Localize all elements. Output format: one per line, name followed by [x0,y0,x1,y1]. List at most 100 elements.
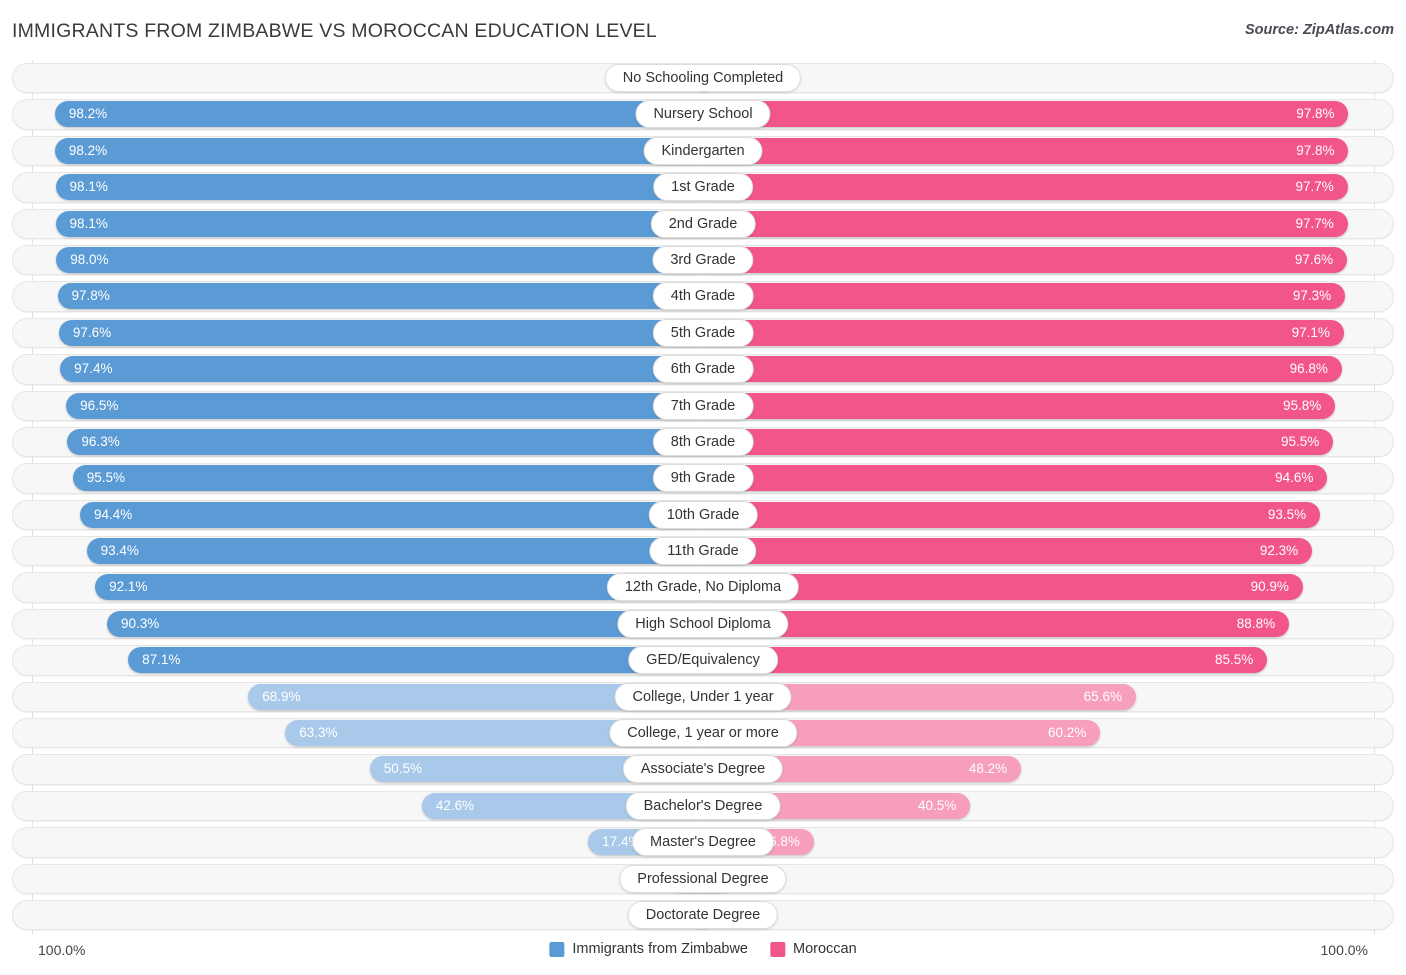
category-label[interactable]: 12th Grade, No Diploma [606,573,800,602]
bar-left: 97.6% [58,319,703,346]
category-label[interactable]: 6th Grade [652,355,754,384]
category-label[interactable]: Associate's Degree [622,755,784,784]
category-label[interactable]: 4th Grade [652,282,754,311]
category-label[interactable]: 9th Grade [652,464,754,493]
bar-value-label-right: 95.8% [1282,397,1322,413]
bar-right: 88.8% [703,610,1290,637]
bar-value-label-right: 97.6% [1294,251,1334,267]
legend-item[interactable]: Moroccan [769,941,857,957]
bar-right: 97.1% [703,319,1344,346]
chart-row: 42.6% 40.5% Bachelor's Degree [0,788,1406,824]
chart-row: 97.8% 97.3% 4th Grade [0,278,1406,314]
chart-row: 68.9% 65.6% College, Under 1 year [0,679,1406,715]
chart-row: 98.2% 97.8% Nursery School [0,96,1406,132]
chart-page: IMMIGRANTS FROM ZIMBABWE VS MOROCCAN EDU… [0,0,1406,975]
bar-value-label-left: 68.9% [262,688,301,704]
category-label[interactable]: 11th Grade [649,537,757,566]
chart-row: 17.4% 16.8% Master's Degree [0,824,1406,860]
category-label[interactable]: College, 1 year or more [609,719,797,748]
chart-row: 95.5% 94.6% 9th Grade [0,460,1406,496]
bar-value-label-left: 98.0% [70,251,109,267]
category-label[interactable]: Doctorate Degree [627,900,779,929]
bar-value-label-right: 96.8% [1289,361,1328,377]
bar-value-label-left: 42.6% [435,797,475,813]
bar-right: 97.7% [703,210,1348,237]
bar-value-label-left: 90.3% [121,615,160,631]
category-label[interactable]: 10th Grade [648,500,758,529]
bar-left: 94.4% [79,501,703,528]
bar-value-label-left: 97.4% [74,361,113,377]
bar-right: 92.3% [703,538,1313,565]
bar-value-label-left: 96.3% [81,433,120,449]
chart-row: 94.4% 93.5% 10th Grade [0,497,1406,533]
bar-value-label-right: 97.8% [1296,142,1335,158]
legend-swatch-icon [769,941,785,957]
category-label[interactable]: 8th Grade [652,427,754,456]
bar-left: 87.1% [128,647,703,674]
chart-legend: Immigrants from Zimbabwe Moroccan [549,941,857,957]
bar-left: 98.2% [54,101,703,128]
bar-value-label-right: 97.7% [1295,179,1334,195]
bar-left: 98.1% [55,210,703,237]
chart-row: 87.1% 85.5% GED/Equivalency [0,642,1406,678]
chart-row: 50.5% 48.2% Associate's Degree [0,751,1406,787]
chart-row: 90.3% 88.8% High School Diploma [0,606,1406,642]
bar-value-label-left: 96.5% [80,397,119,413]
bar-value-label-right: 97.7% [1295,215,1334,231]
category-label[interactable]: 5th Grade [652,318,754,347]
bar-value-label-left: 98.2% [68,106,108,122]
bar-value-label-right: 97.3% [1292,288,1332,304]
category-label[interactable]: 1st Grade [653,173,753,202]
chart-plot-area: 1.9%2.2%No Schooling Completed 98.2% 97.8%… [0,60,1406,935]
legend-label: Immigrants from Zimbabwe [572,941,748,957]
bar-right: 97.7% [703,174,1348,201]
bar-right: 95.8% [703,392,1336,419]
chart-row: 63.3% 60.2% College, 1 year or more [0,715,1406,751]
bar-right: 97.3% [703,283,1346,310]
bar-value-label-right: 93.5% [1267,506,1307,522]
axis-label-right: 100.0% [1320,942,1368,958]
bar-left: 93.4% [86,538,703,565]
chart-row: 2.2%2.0%Doctorate Degree [0,897,1406,933]
bar-left: 96.5% [66,392,703,419]
chart-row: 98.0% 97.6% 3rd Grade [0,242,1406,278]
bar-left: 98.2% [54,137,703,164]
bar-value-label-left: 87.1% [142,652,181,668]
bar-value-label-left: 95.5% [86,470,125,486]
chart-row: 98.2% 97.8% Kindergarten [0,133,1406,169]
bar-right: 85.5% [703,647,1268,674]
bar-value-label-left: 50.5% [383,761,422,777]
category-label[interactable]: 7th Grade [652,391,754,420]
bar-value-label-left: 94.4% [93,506,133,522]
category-label[interactable]: Bachelor's Degree [625,791,781,820]
bar-value-label-left: 97.6% [72,324,112,340]
category-label[interactable]: 2nd Grade [650,209,756,238]
category-label[interactable]: Kindergarten [643,136,763,165]
category-label[interactable]: Professional Degree [619,864,787,893]
chart-header: IMMIGRANTS FROM ZIMBABWE VS MOROCCAN EDU… [0,0,1406,60]
source-attribution: Source: ZipAtlas.com [1244,22,1394,38]
bar-left: 96.3% [67,428,703,455]
category-label[interactable]: High School Diploma [617,609,789,638]
category-label[interactable]: Master's Degree [632,828,774,857]
bar-value-label-right: 88.8% [1236,615,1276,631]
category-label[interactable]: GED/Equivalency [628,646,778,675]
chart-row: 98.1% 97.7% 2nd Grade [0,206,1406,242]
bar-value-label-left: 98.2% [68,142,108,158]
category-label[interactable]: No Schooling Completed [604,64,802,92]
bar-value-label-right: 48.2% [968,761,1008,777]
chart-row: 96.3% 95.5% 8th Grade [0,424,1406,460]
bar-left: 90.3% [107,610,703,637]
category-label[interactable]: Nursery School [635,100,771,129]
bar-left: 98.0% [56,246,703,273]
bar-left: 95.5% [72,465,703,492]
legend-item[interactable]: Immigrants from Zimbabwe [549,941,748,957]
category-label[interactable]: 3rd Grade [652,245,754,274]
bar-right: 95.5% [703,428,1334,455]
bar-value-label-left: 97.8% [71,288,110,304]
bar-value-label-right: 40.5% [918,797,957,813]
chart-row: 93.4% 92.3% 11th Grade [0,533,1406,569]
chart-row: 97.4% 96.8% 6th Grade [0,351,1406,387]
chart-footer: 100.0% 100.0% Immigrants from Zimbabwe Mo… [0,935,1406,975]
category-label[interactable]: College, Under 1 year [614,682,792,711]
